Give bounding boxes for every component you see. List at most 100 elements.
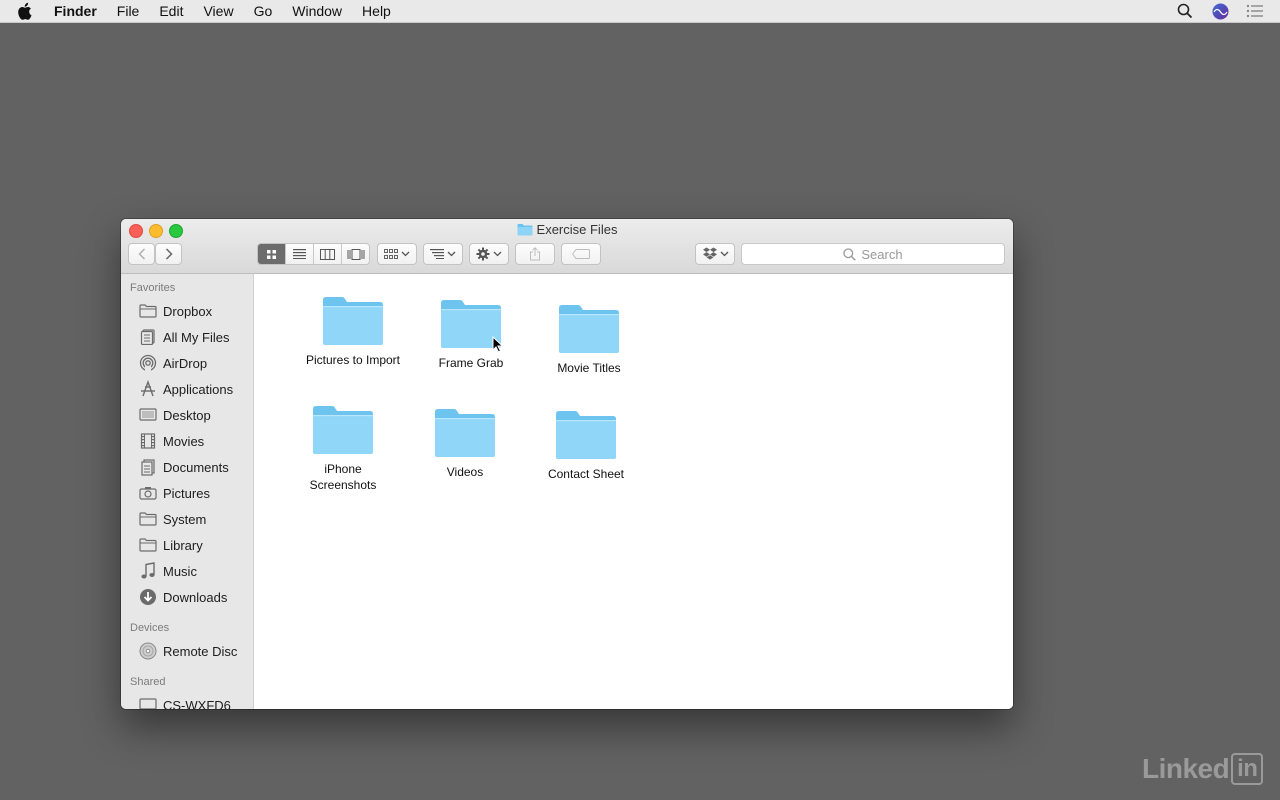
menu-bar: Finder File Edit View Go Window Help xyxy=(0,0,1280,23)
forward-button[interactable] xyxy=(155,243,182,265)
sidebar-item-applications[interactable]: Applications xyxy=(121,376,253,402)
menu-go[interactable]: Go xyxy=(244,0,283,22)
all-files-icon xyxy=(138,328,158,346)
sidebar-item-label: AirDrop xyxy=(163,355,208,371)
tags-button[interactable] xyxy=(561,243,601,265)
action-button[interactable] xyxy=(469,243,509,265)
folder-name: Movie Titles xyxy=(557,361,621,375)
sidebar-item-dropbox[interactable]: Dropbox xyxy=(121,298,253,324)
folder-name: Pictures to Import xyxy=(305,353,401,367)
menu-file[interactable]: File xyxy=(107,0,150,22)
share-icon xyxy=(530,247,540,261)
cover-flow-button[interactable] xyxy=(342,244,369,264)
sidebar-heading-devices: Devices xyxy=(130,622,170,634)
sidebar-item-desktop[interactable]: Desktop xyxy=(121,402,253,428)
sort-button[interactable] xyxy=(423,243,463,265)
sidebar-item-label: Pictures xyxy=(163,485,210,501)
column-view-button[interactable] xyxy=(314,244,342,264)
chevron-down-icon xyxy=(401,251,410,257)
folder-icon xyxy=(138,302,158,320)
sidebar-item-airdrop[interactable]: AirDrop xyxy=(121,350,253,376)
sidebar-item-label: System xyxy=(163,511,207,527)
sidebar-item-all-my-files[interactable]: All My Files xyxy=(121,324,253,350)
sidebar-item-label: Movies xyxy=(163,433,205,449)
sidebar-item-label: Documents xyxy=(163,459,229,475)
menu-view[interactable]: View xyxy=(193,0,243,22)
computer-icon xyxy=(138,696,158,709)
folder-icon xyxy=(556,411,616,459)
siri-icon[interactable] xyxy=(1210,1,1230,21)
grid-icon xyxy=(267,249,276,259)
sidebar-item-label: Dropbox xyxy=(163,303,213,319)
menu-finder[interactable]: Finder xyxy=(54,0,107,22)
folder-item[interactable]: Pictures to Import xyxy=(298,296,408,368)
sidebar-item-library[interactable]: Library xyxy=(121,532,253,558)
folder-item[interactable]: Movie Titles xyxy=(534,304,644,376)
search-icon xyxy=(843,247,857,261)
folder-name-line2: Screenshots xyxy=(309,478,377,492)
menu-window[interactable]: Window xyxy=(282,0,352,22)
chevron-left-icon xyxy=(137,248,145,260)
arrange-grid-icon xyxy=(384,248,398,259)
icon-view-button[interactable] xyxy=(258,244,286,264)
applications-icon xyxy=(138,380,158,398)
airdrop-icon xyxy=(138,354,158,372)
sidebar-item-system[interactable]: System xyxy=(121,506,253,532)
folder-icon xyxy=(138,510,158,528)
folder-name: Videos xyxy=(446,465,484,479)
music-note-icon xyxy=(138,562,158,580)
search-field[interactable]: Search xyxy=(741,243,1005,265)
arrange-button[interactable] xyxy=(377,243,417,265)
sidebar-item-label: Downloads xyxy=(163,589,228,605)
window-toolbar: Exercise Files Search xyxy=(121,219,1013,274)
folder-name-line1: iPhone xyxy=(324,462,362,476)
window-title: Exercise Files xyxy=(121,222,1013,239)
sidebar-item-label: Music xyxy=(163,563,197,579)
apple-menu-icon[interactable] xyxy=(18,0,38,22)
gear-icon xyxy=(476,247,490,261)
tag-icon xyxy=(572,249,590,259)
disc-icon xyxy=(138,642,158,660)
sidebar-item-pictures[interactable]: Pictures xyxy=(121,480,253,506)
dropbox-button[interactable] xyxy=(695,243,735,265)
cover-flow-icon xyxy=(347,248,364,260)
list-icon xyxy=(293,249,306,259)
sidebar-item-documents[interactable]: Documents xyxy=(121,454,253,480)
menu-help[interactable]: Help xyxy=(352,0,401,22)
sidebar-item-downloads[interactable]: Downloads xyxy=(121,584,253,610)
sidebar-item-label: Applications xyxy=(163,381,234,397)
sidebar-item-movies[interactable]: Movies xyxy=(121,428,253,454)
list-view-button[interactable] xyxy=(286,244,314,264)
sidebar-heading-favorites: Favorites xyxy=(130,282,176,294)
sidebar-item-remote-disc[interactable]: Remote Disc xyxy=(121,638,253,664)
back-button[interactable] xyxy=(128,243,155,265)
folder-icon xyxy=(138,536,158,554)
desktop-icon xyxy=(138,406,158,424)
window-title-text: Exercise Files xyxy=(536,222,618,237)
finder-window: Exercise Files Search Favorites Dropbox … xyxy=(121,219,1013,709)
sort-lines-icon xyxy=(430,249,444,259)
chevron-down-icon xyxy=(493,251,502,257)
chevron-down-icon xyxy=(447,251,456,257)
sidebar-item-cs-wxfd6[interactable]: CS-WXFD6 xyxy=(121,692,253,709)
folder-item[interactable]: Videos xyxy=(410,408,520,480)
columns-icon xyxy=(320,248,335,260)
notification-center-icon[interactable] xyxy=(1245,1,1265,21)
watermark-badge: in xyxy=(1231,753,1264,785)
share-button[interactable] xyxy=(515,243,555,265)
spotlight-search-icon[interactable] xyxy=(1175,1,1195,21)
menu-edit[interactable]: Edit xyxy=(149,0,193,22)
sidebar-item-label: CS-WXFD6 xyxy=(163,697,231,710)
folder-name: Frame Grab xyxy=(438,356,504,370)
view-mode-control xyxy=(257,243,370,265)
file-area[interactable]: Pictures to Import Frame Grab Movie Titl… xyxy=(254,274,1013,709)
folder-icon xyxy=(435,409,495,457)
film-icon xyxy=(138,432,158,450)
folder-item[interactable]: iPhone Screenshots xyxy=(288,405,398,493)
camera-icon xyxy=(138,484,158,502)
linkedin-watermark: Linked in xyxy=(1142,753,1264,785)
sidebar-item-music[interactable]: Music xyxy=(121,558,253,584)
folder-item[interactable]: Contact Sheet xyxy=(531,410,641,482)
folder-item[interactable]: Frame Grab xyxy=(416,299,526,371)
search-placeholder: Search xyxy=(861,246,903,262)
